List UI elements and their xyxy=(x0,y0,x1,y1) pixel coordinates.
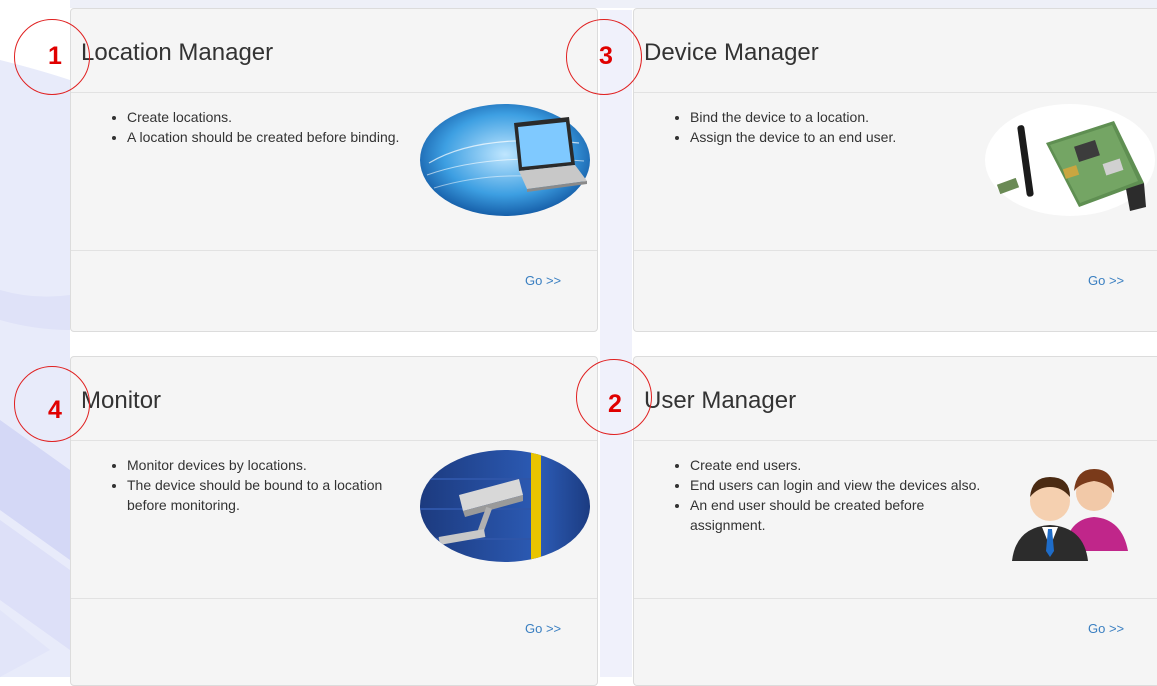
list-item: End users can login and view the devices… xyxy=(690,475,990,495)
security-camera-icon xyxy=(420,450,590,562)
go-link[interactable]: Go >> xyxy=(525,621,561,636)
location-manager-card: Location Manager Create locations. A loc… xyxy=(70,8,598,332)
list-item: Bind the device to a location. xyxy=(690,107,1000,127)
card-body: Bind the device to a location. Assign th… xyxy=(634,93,1157,251)
list-item: An end user should be created before ass… xyxy=(690,495,990,535)
card-header: Location Manager xyxy=(71,9,597,93)
go-link[interactable]: Go >> xyxy=(1088,273,1124,288)
card-bullet-list: Create end users. End users can login an… xyxy=(672,455,990,535)
go-link[interactable]: Go >> xyxy=(1088,621,1124,636)
list-item: Create end users. xyxy=(690,455,990,475)
list-item: The device should be bound to a location… xyxy=(127,475,417,515)
card-title: Device Manager xyxy=(644,39,819,66)
card-title: Monitor xyxy=(81,387,162,414)
card-title: Location Manager xyxy=(81,39,274,66)
laptop-network-icon xyxy=(420,104,590,216)
annotation-number: 2 xyxy=(608,390,622,418)
card-header: User Manager xyxy=(634,357,1157,441)
list-item: Assign the device to an end user. xyxy=(690,127,1000,147)
list-item: Create locations. xyxy=(127,107,427,127)
annotation-number: 1 xyxy=(48,42,62,70)
list-item: A location should be created before bind… xyxy=(127,127,427,147)
device-manager-card: Device Manager Bind the device to a loca… xyxy=(633,8,1157,332)
device-board-icon xyxy=(985,104,1155,216)
card-body: Create end users. End users can login an… xyxy=(634,441,1157,599)
go-link[interactable]: Go >> xyxy=(525,273,561,288)
annotation-number: 4 xyxy=(48,396,62,424)
list-item: Monitor devices by locations. xyxy=(127,455,417,475)
card-title: User Manager xyxy=(644,387,797,414)
user-manager-card: User Manager Create end users. End users… xyxy=(633,356,1157,686)
card-header: Device Manager xyxy=(634,9,1157,93)
users-icon xyxy=(1012,469,1128,561)
annotation-number: 3 xyxy=(599,42,613,70)
card-header: Monitor xyxy=(71,357,597,441)
card-bullet-list: Monitor devices by locations. The device… xyxy=(109,455,417,515)
card-body: Monitor devices by locations. The device… xyxy=(71,441,597,599)
card-bullet-list: Bind the device to a location. Assign th… xyxy=(672,107,1000,147)
card-body: Create locations. A location should be c… xyxy=(71,93,597,251)
monitor-card: Monitor Monitor devices by locations. Th… xyxy=(70,356,598,686)
card-bullet-list: Create locations. A location should be c… xyxy=(109,107,427,147)
